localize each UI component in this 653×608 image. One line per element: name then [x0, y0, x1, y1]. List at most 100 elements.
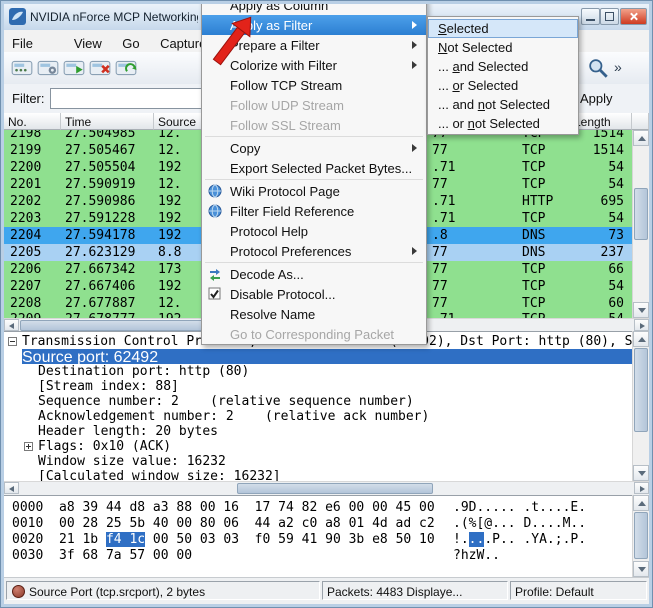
toolbar-overflow-button[interactable]: »	[614, 59, 622, 75]
menu-view[interactable]: View	[66, 32, 110, 50]
cell-length: 73	[567, 228, 624, 243]
hex-line[interactable]: 002021 1b f4 1c 00 50 03 03 f0 59 41 90 …	[12, 532, 586, 547]
submenu-item-and-not-selected[interactable]: ... and not Selected	[428, 95, 578, 114]
cell-protocol: TCP	[522, 177, 545, 192]
minimize-button[interactable]	[581, 8, 600, 25]
scrollbar-thumb[interactable]	[634, 348, 648, 432]
menu-item-follow-tcp-stream[interactable]: Follow TCP Stream	[202, 75, 426, 95]
status-profile-panel[interactable]: Profile: Default	[510, 581, 647, 600]
packet-list-scrollbar[interactable]	[632, 130, 649, 318]
menu-item-follow-ssl-stream: Follow SSL Stream	[202, 115, 426, 135]
detail-line-selected[interactable]: Source port: 62492	[22, 349, 632, 364]
apply-filter-button[interactable]: Apply	[580, 91, 613, 106]
scroll-up-icon[interactable]	[633, 130, 649, 146]
capture-stop-icon[interactable]	[88, 56, 112, 80]
menu-item-wiki-protocol-page[interactable]: Wiki Protocol Page	[202, 181, 426, 201]
submenu-item-not-selected[interactable]: Not Selected	[428, 38, 578, 57]
scrollbar-thumb[interactable]	[634, 512, 648, 559]
scroll-right-icon[interactable]	[634, 482, 649, 494]
column-header-time[interactable]: Time	[61, 113, 154, 130]
cell-source: 12.	[158, 143, 181, 158]
detail-line[interactable]: Sequence number: 2 (relative sequence nu…	[4, 394, 632, 409]
menu-go[interactable]: Go	[114, 32, 147, 50]
cell-length: 54	[567, 177, 624, 192]
column-header-length[interactable]: Length	[570, 113, 632, 130]
cell-no: 2205	[10, 245, 41, 260]
cell-time: 27.677887	[65, 296, 135, 311]
cell-length: 54	[567, 211, 624, 226]
menu-item-protocol-preferences[interactable]: Protocol Preferences	[202, 241, 426, 261]
cell-protocol: TCP	[522, 262, 545, 277]
scroll-left-icon[interactable]	[4, 319, 19, 331]
hex-line[interactable]: 001000 28 25 5b 40 00 80 06 44 a2 c0 a8 …	[12, 516, 586, 531]
cell-protocol: TCP	[522, 296, 545, 311]
detail-pane-scrollbar[interactable]	[632, 331, 649, 481]
cell-source: 12.	[158, 130, 181, 141]
find-packet-icon[interactable]	[586, 56, 610, 80]
submenu-item-or-not-selected[interactable]: ... or not Selected	[428, 114, 578, 133]
cell-no: 2204	[10, 228, 41, 243]
menu-item-filter-field-reference[interactable]: Filter Field Reference	[202, 201, 426, 221]
detail-line[interactable]: Window size value: 16232	[4, 454, 632, 469]
expert-info-icon[interactable]	[12, 585, 25, 598]
packet-bytes-pane: 0000a8 39 44 d8 a3 88 00 16 17 74 82 e6 …	[4, 495, 632, 577]
cell-protocol: TCP	[522, 160, 545, 175]
status-packets-panel: Packets: 4483 Displaye...	[322, 581, 508, 600]
cell-length: 54	[567, 160, 624, 175]
hex-line[interactable]: 0000a8 39 44 d8 a3 88 00 16 17 74 82 e6 …	[12, 500, 586, 515]
cell-destination: 77	[432, 177, 448, 192]
menu-item-resolve-name[interactable]: Resolve Name	[202, 304, 426, 324]
scroll-down-icon[interactable]	[633, 465, 649, 481]
detail-line[interactable]: [Calculated window size: 16232]	[4, 469, 632, 481]
packet-detail-pane: Transmission Control Protocol, Src Port:…	[4, 331, 632, 481]
submenu-item-selected[interactable]: Selected	[428, 19, 578, 38]
bytes-pane-scrollbar[interactable]	[632, 495, 649, 577]
cell-no: 2198	[10, 130, 41, 141]
submenu-arrow-icon	[412, 21, 417, 29]
hex-line[interactable]: 00303f 68 7a 57 00 00?hzW..	[12, 548, 500, 563]
cell-time: 27.590986	[65, 194, 135, 209]
capture-restart-icon[interactable]	[114, 56, 138, 80]
cell-source: 12.	[158, 177, 181, 192]
list-interfaces-icon[interactable]	[10, 56, 34, 80]
expander-minus-icon[interactable]	[8, 337, 17, 346]
submenu-item-or-selected[interactable]: ... or Selected	[428, 76, 578, 95]
app-icon[interactable]	[9, 8, 26, 25]
detail-line[interactable]: Flags: 0x10 (ACK)	[4, 439, 632, 454]
menu-item-disable-protocol[interactable]: Disable Protocol...	[202, 284, 426, 304]
detail-line[interactable]: [Stream index: 88]	[4, 379, 632, 394]
maximize-button[interactable]	[600, 8, 619, 25]
cell-time: 27.504985	[65, 130, 135, 141]
menu-item-copy[interactable]: Copy	[202, 138, 426, 158]
column-header-no[interactable]: No.	[4, 113, 61, 130]
menu-item-decode-as[interactable]: Decode As...	[202, 264, 426, 284]
cell-length: 1514	[567, 143, 624, 158]
scroll-right-icon[interactable]	[634, 319, 649, 331]
scroll-left-icon[interactable]	[4, 482, 19, 494]
expander-plus-icon[interactable]	[24, 442, 33, 451]
menu-file[interactable]: File	[4, 32, 41, 50]
capture-options-icon[interactable]	[36, 56, 60, 80]
scroll-up-icon[interactable]	[633, 495, 649, 511]
status-packets-info: Packets: 4483 Displaye...	[327, 585, 462, 599]
detail-line[interactable]: Destination port: http (80)	[4, 364, 632, 379]
menu-edit[interactable]	[45, 30, 61, 48]
detail-line[interactable]: Acknowledgement number: 2 (relative ack …	[4, 409, 632, 424]
cell-time: 27.590919	[65, 177, 135, 192]
scroll-down-icon[interactable]	[633, 302, 649, 318]
cell-destination: .71	[432, 194, 455, 209]
capture-start-icon[interactable]	[62, 56, 86, 80]
submenu-item-and-selected[interactable]: ... and Selected	[428, 57, 578, 76]
menu-item-protocol-help[interactable]: Protocol Help	[202, 221, 426, 241]
detail-line[interactable]: Header length: 20 bytes	[4, 424, 632, 439]
menu-item-export-selected-packet-bytes[interactable]: Export Selected Packet Bytes...	[202, 158, 426, 178]
cell-destination: .71	[432, 160, 455, 175]
scroll-up-icon[interactable]	[633, 331, 649, 347]
close-button[interactable]	[620, 8, 647, 25]
detail-pane-hscrollbar[interactable]	[4, 481, 649, 495]
cell-destination: .71	[432, 211, 455, 226]
status-field-panel: Source Port (tcp.srcport), 2 bytes	[6, 581, 320, 600]
scrollbar-thumb[interactable]	[237, 483, 433, 494]
scrollbar-thumb[interactable]	[634, 188, 648, 240]
scroll-down-icon[interactable]	[633, 561, 649, 577]
